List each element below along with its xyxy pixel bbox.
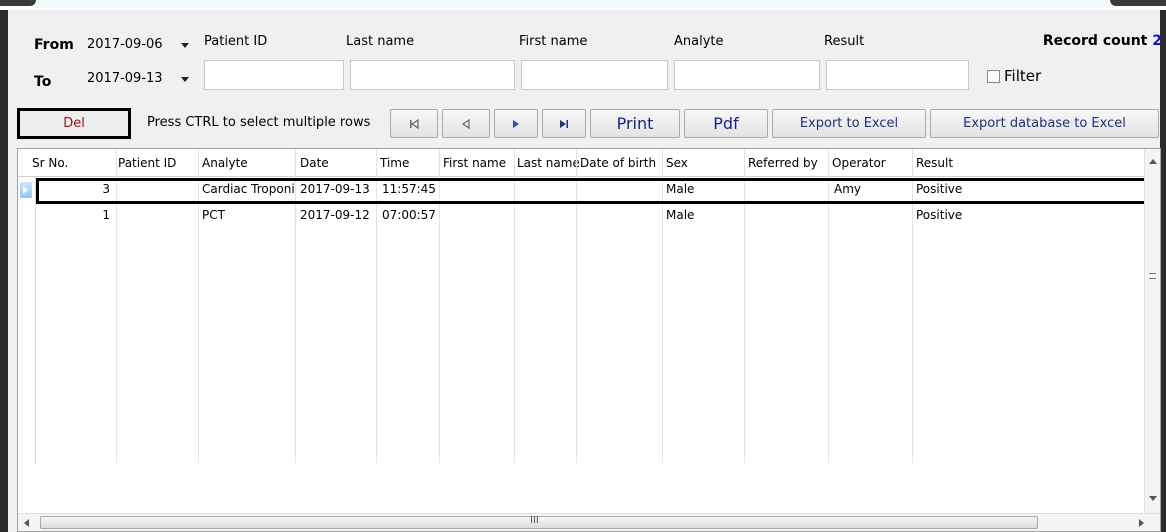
table-row[interactable]: 1 PCT 2017-09-12 07:00:57 Male Positive (18, 206, 1146, 226)
multi-select-hint: Press CTRL to select multiple rows (147, 115, 371, 130)
result-input[interactable] (826, 60, 969, 90)
col-last-name[interactable]: Last name (517, 156, 580, 170)
to-date-value: 2017-09-13 (87, 70, 163, 86)
patient-id-input[interactable] (204, 60, 344, 90)
records-window: From 2017-09-06 To 2017-09-13 Patient ID… (0, 0, 1166, 532)
selected-row-outline (36, 178, 1156, 204)
cell-time: 07:00:57 (382, 208, 436, 222)
last-page-icon (560, 119, 568, 128)
col-sr-no[interactable]: Sr No. (32, 156, 68, 170)
from-date-value: 2017-09-06 (87, 36, 163, 52)
window-left-edge (0, 10, 8, 532)
scroll-up-icon[interactable] (1149, 159, 1157, 164)
analyte-input[interactable] (674, 60, 820, 90)
chevron-down-icon (181, 77, 189, 82)
cell-sex: Male (666, 208, 695, 222)
col-referred-by[interactable]: Referred by (748, 156, 818, 170)
next-page-button[interactable] (494, 109, 538, 138)
last-name-input[interactable] (350, 60, 515, 90)
analyte-label: Analyte (674, 34, 724, 49)
first-name-label: First name (519, 34, 588, 49)
filter-label: Filter (1004, 67, 1042, 85)
filter-checkbox[interactable] (987, 70, 1000, 83)
to-date-dropdown[interactable]: 2017-09-13 (84, 66, 194, 90)
print-button[interactable]: Print (590, 109, 680, 138)
horizontal-scrollbar[interactable]: III (18, 513, 1160, 531)
scroll-down-icon[interactable] (1149, 496, 1157, 501)
col-result[interactable]: Result (916, 156, 953, 170)
first-page-button[interactable] (390, 109, 438, 138)
to-label: To (34, 74, 52, 90)
prev-page-button[interactable] (442, 109, 490, 138)
col-operator[interactable]: Operator (832, 156, 886, 170)
col-time[interactable]: Time (380, 156, 409, 170)
next-page-icon (513, 119, 519, 128)
first-page-icon (410, 118, 419, 129)
horizontal-scroll-thumb[interactable] (40, 516, 1038, 529)
chevron-down-icon (181, 43, 189, 48)
col-first-name[interactable]: First name (443, 156, 506, 170)
export-database-button[interactable]: Export database to Excel (930, 109, 1159, 138)
scroll-grip-icon (1149, 273, 1156, 279)
scroll-right-icon[interactable] (1139, 519, 1144, 527)
cell-analyte: PCT (202, 208, 225, 222)
col-sex[interactable]: Sex (666, 156, 688, 170)
cell-result: Positive (916, 208, 963, 222)
delete-button[interactable]: Del (17, 108, 131, 139)
last-name-label: Last name (346, 34, 415, 49)
current-row-indicator-icon (20, 182, 32, 198)
pdf-button[interactable]: Pdf (684, 109, 768, 138)
col-analyte[interactable]: Analyte (202, 156, 248, 170)
from-date-dropdown[interactable]: 2017-09-06 (84, 32, 194, 56)
col-patient-id[interactable]: Patient ID (118, 156, 176, 170)
vertical-scrollbar[interactable] (1144, 149, 1160, 515)
grid-header: Sr No. Patient ID Analyte Date Time Firs… (18, 149, 1146, 177)
from-label: From (34, 37, 74, 53)
scroll-grip-icon: III (530, 515, 539, 526)
last-page-button[interactable] (542, 109, 586, 138)
window-top-strip (0, 0, 1166, 10)
patient-id-label: Patient ID (204, 34, 268, 49)
scroll-left-icon[interactable] (24, 519, 29, 527)
record-count: Record count 2 (1016, 33, 1162, 49)
cell-sr-no: 1 (102, 208, 110, 222)
result-label: Result (824, 34, 865, 49)
export-excel-button[interactable]: Export to Excel (772, 109, 926, 138)
record-count-label: Record count (1042, 33, 1148, 49)
col-date-of-birth[interactable]: Date of birth (580, 156, 656, 170)
record-count-value: 2 (1152, 33, 1162, 49)
first-name-input[interactable] (521, 60, 668, 90)
prev-page-icon (461, 118, 470, 129)
cell-date: 2017-09-12 (300, 208, 370, 222)
col-date[interactable]: Date (300, 156, 329, 170)
records-grid[interactable]: Sr No. Patient ID Analyte Date Time Firs… (17, 148, 1161, 532)
